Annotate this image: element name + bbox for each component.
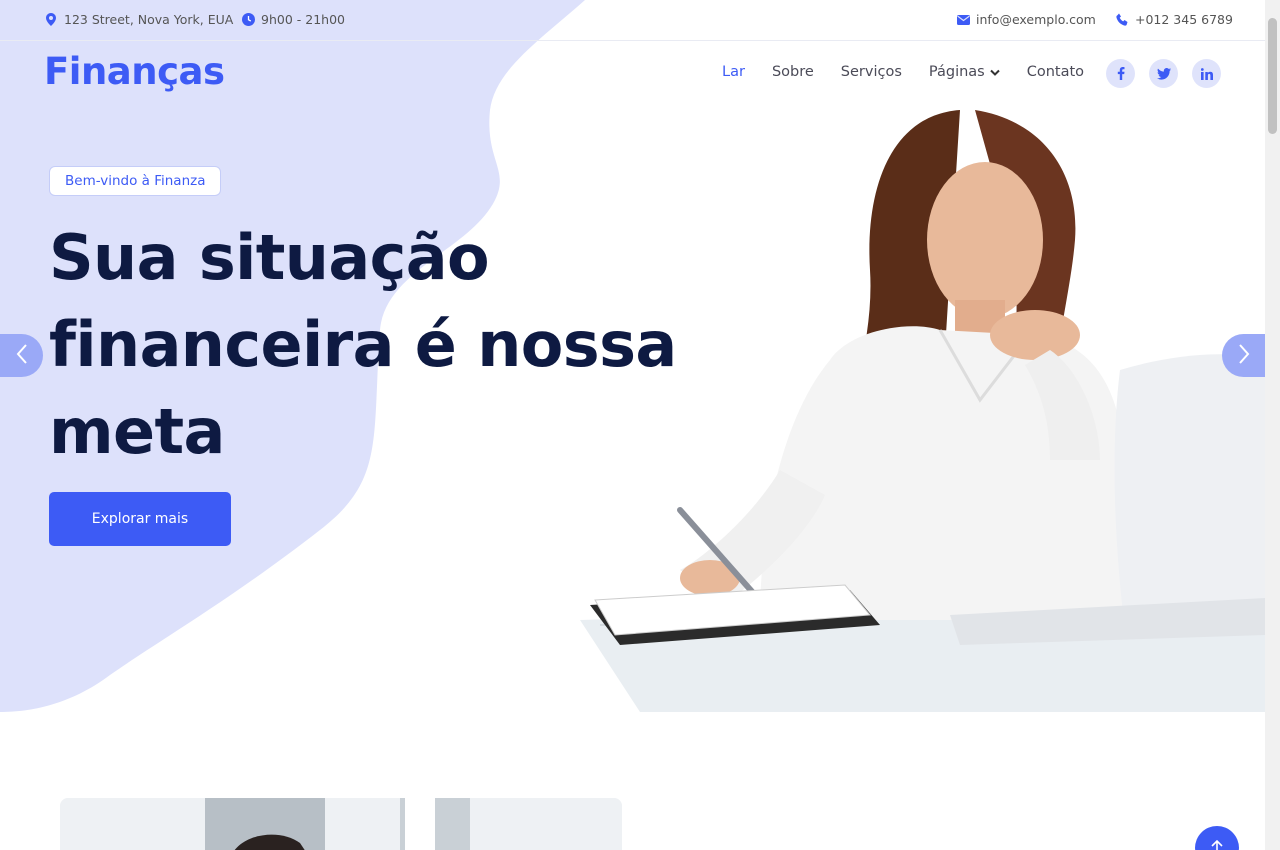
nav-item-sobre[interactable]: Sobre bbox=[772, 64, 814, 80]
map-pin-icon bbox=[44, 13, 58, 27]
hours-info: 9h00 - 21h00 bbox=[241, 12, 345, 27]
arrow-up-icon bbox=[1211, 839, 1223, 850]
back-to-top-button[interactable] bbox=[1195, 826, 1239, 850]
envelope-icon bbox=[956, 13, 970, 27]
carousel-next-button[interactable] bbox=[1222, 334, 1265, 377]
main-nav: Lar Sobre Serviços Páginas Contato bbox=[722, 64, 1084, 80]
top-bar: 123 Street, Nova York, EUA 9h00 - 21h00 … bbox=[0, 0, 1265, 41]
nav-item-servicos[interactable]: Serviços bbox=[841, 64, 902, 80]
address-text: 123 Street, Nova York, EUA bbox=[64, 12, 234, 27]
phone-info[interactable]: +012 345 6789 bbox=[1115, 12, 1233, 27]
nav-item-paginas[interactable]: Páginas bbox=[929, 64, 1000, 80]
nav-item-paginas-label: Páginas bbox=[928, 64, 985, 80]
carousel-prev-button[interactable] bbox=[0, 334, 43, 377]
chevron-left-icon bbox=[16, 343, 28, 368]
welcome-badge: Bem-vindo à Finanza bbox=[49, 166, 222, 196]
phone-icon bbox=[1115, 13, 1129, 27]
email-info[interactable]: info@exemplo.com bbox=[956, 12, 1096, 27]
scrollbar-thumb[interactable] bbox=[1268, 18, 1277, 134]
phone-text[interactable]: +012 345 6789 bbox=[1135, 12, 1233, 27]
facebook-icon[interactable] bbox=[1106, 59, 1135, 88]
chevron-right-icon bbox=[1238, 343, 1250, 368]
page-scrollbar[interactable] bbox=[1265, 0, 1280, 850]
email-text[interactable]: info@exemplo.com bbox=[976, 12, 1096, 27]
clock-icon bbox=[241, 13, 255, 27]
explore-more-button[interactable]: Explorar mais bbox=[49, 492, 231, 546]
social-links bbox=[1106, 59, 1221, 88]
site-logo[interactable]: Finanças bbox=[44, 50, 225, 93]
chevron-down-icon bbox=[990, 64, 1000, 80]
address-info: 123 Street, Nova York, EUA bbox=[44, 12, 233, 27]
about-image bbox=[60, 798, 622, 850]
hero-headline: Sua situação financeira é nossa meta bbox=[49, 221, 677, 468]
nav-item-lar[interactable]: Lar bbox=[722, 64, 745, 80]
nav-item-contato[interactable]: Contato bbox=[1027, 64, 1084, 80]
twitter-icon[interactable] bbox=[1149, 59, 1178, 88]
linkedin-icon[interactable] bbox=[1192, 59, 1221, 88]
hours-text: 9h00 - 21h00 bbox=[261, 12, 345, 27]
